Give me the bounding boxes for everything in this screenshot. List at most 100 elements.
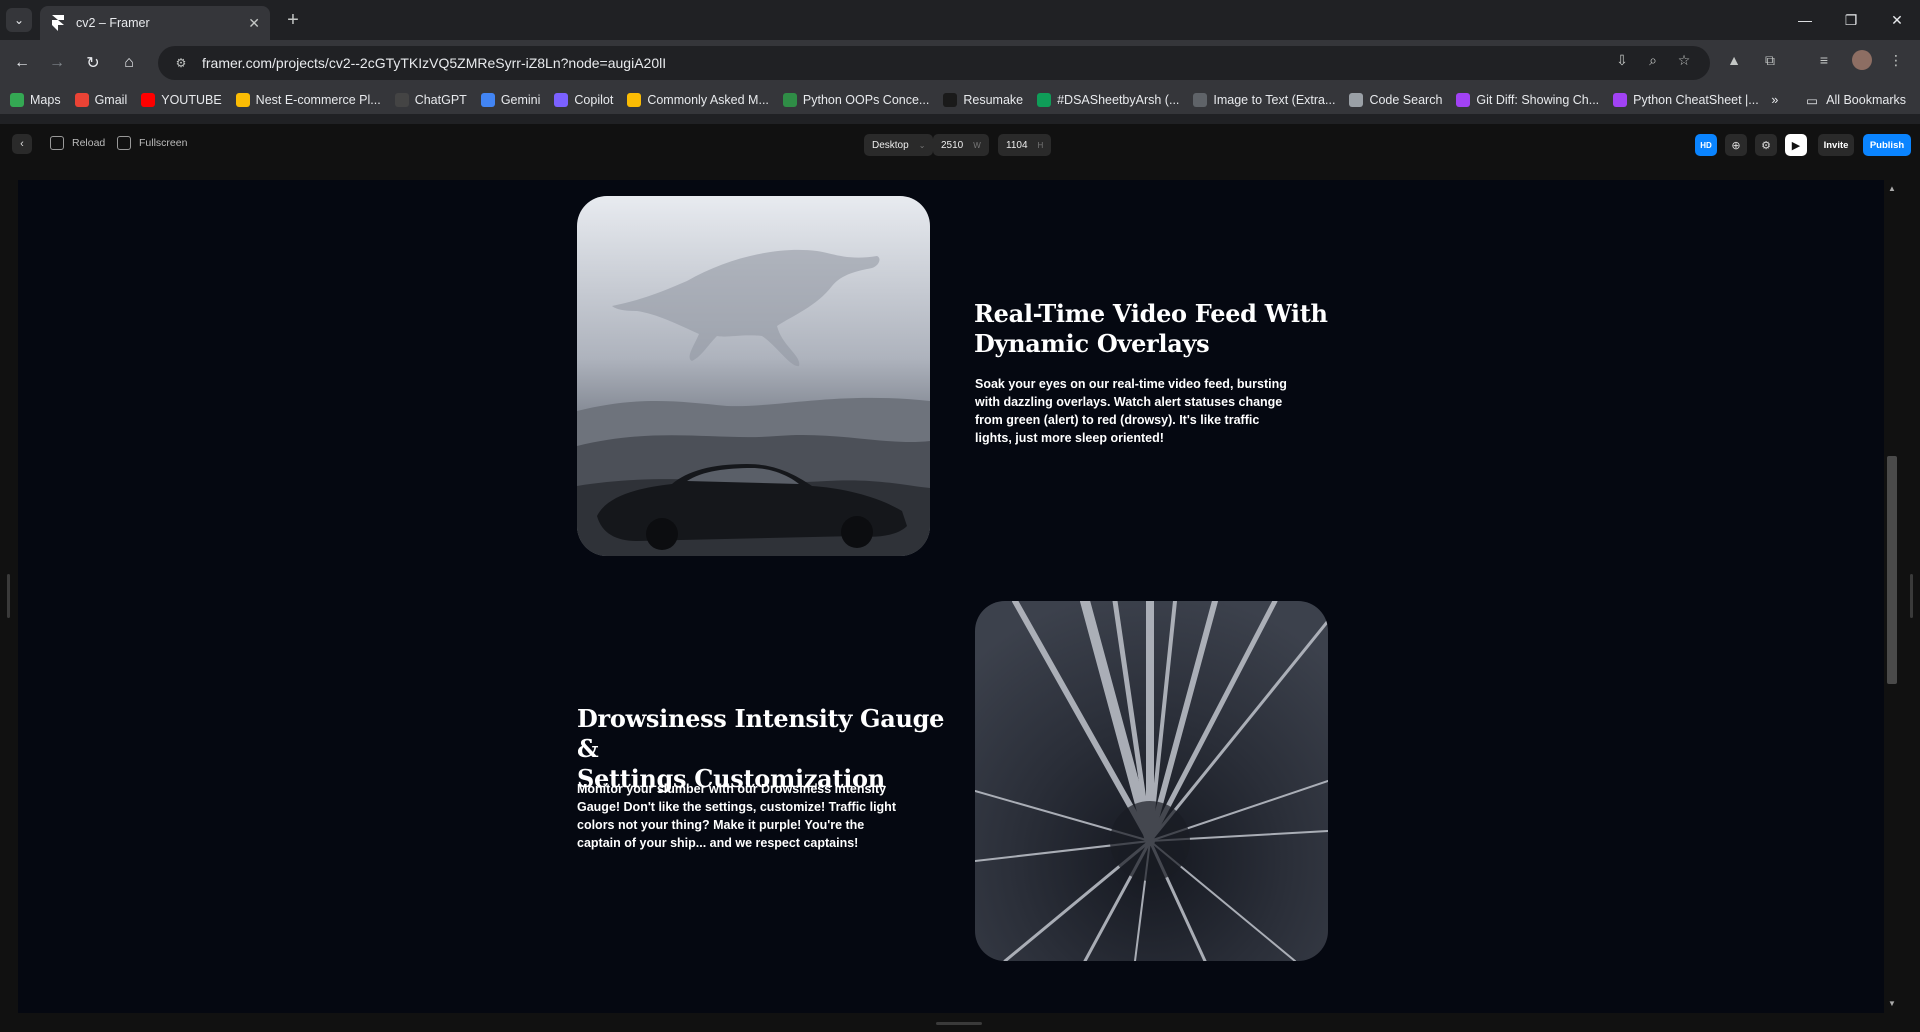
device-select[interactable]: Desktop ⌄ (864, 134, 934, 156)
bookmark-label: Git Diff: Showing Ch... (1476, 93, 1600, 107)
browser-toolbar: ← → ↻ ⌂ ⚙ framer.com/projects/cv2--2cGTy… (0, 40, 1920, 86)
bookmark-item[interactable]: #DSASheetbyArsh (... (1037, 93, 1179, 107)
window-close-icon[interactable]: ✕ (1874, 8, 1920, 32)
section1-paragraph-line: with dazzling overlays. Watch alert stat… (975, 395, 1283, 409)
play-icon[interactable]: ▶ (1785, 134, 1807, 156)
width-value[interactable]: 2510 (941, 140, 963, 151)
all-bookmarks-button[interactable]: All Bookmarks (1826, 93, 1906, 107)
tab-search-button[interactable]: ⌄ (6, 8, 32, 32)
site-settings-icon[interactable]: ⚙ (172, 54, 190, 72)
bookmark-label: ChatGPT (414, 93, 467, 107)
youtube-icon (141, 93, 156, 107)
framer-reload-button[interactable]: Reload (50, 136, 105, 150)
sheets-icon (1037, 93, 1052, 107)
address-bar[interactable]: ⚙ framer.com/projects/cv2--2cGTyTKIzVQ5Z… (158, 46, 1710, 80)
publish-button[interactable]: Publish (1863, 134, 1911, 156)
back-icon[interactable]: ← (9, 50, 35, 76)
bookmark-label: Image to Text (Extra... (1213, 93, 1336, 107)
bookmark-item[interactable]: Python CheatSheet |... (1613, 93, 1759, 107)
site-preview: Real-Time Video Feed With Dynamic Overla… (18, 180, 1884, 1013)
folder-icon: ▭ (1806, 93, 1819, 108)
height-value[interactable]: 1104 (1006, 140, 1028, 151)
zoom-icon[interactable]: ⌕ (1641, 48, 1665, 72)
bookmark-item[interactable]: Copilot (554, 93, 613, 107)
chevron-left-icon: ‹ (20, 138, 24, 150)
bookmark-label: YOUTUBE (161, 93, 222, 107)
left-resize-handle[interactable] (7, 574, 10, 618)
section1-heading-line2: Dynamic Overlays (974, 329, 1210, 358)
bookmark-item[interactable]: Image to Text (Extra... (1193, 93, 1335, 107)
bookmark-label: Maps (30, 93, 61, 107)
reload-icon[interactable]: ↻ (80, 50, 106, 76)
extension-icon[interactable]: ▲ (1722, 48, 1746, 72)
new-tab-button[interactable]: + (281, 8, 305, 32)
bookmark-item[interactable]: Git Diff: Showing Ch... (1456, 93, 1599, 107)
home-icon[interactable]: ⌂ (116, 50, 142, 76)
section1-heading: Real-Time Video Feed With Dynamic Overla… (974, 299, 1334, 359)
bookmark-item[interactable]: ChatGPT (394, 93, 467, 107)
drive-icon (235, 93, 250, 107)
reload-icon (50, 136, 64, 150)
menu-kebab-icon[interactable]: ⋮ (1884, 48, 1908, 72)
width-input[interactable]: 2510 W (933, 134, 989, 156)
settings-gear-icon[interactable]: ⚙ (1755, 134, 1777, 156)
whale-car-image (577, 196, 930, 556)
tab-strip: ⌄ cv2 – Framer ✕ + — ❐ ✕ (0, 0, 1920, 40)
bookmark-label: Gmail (94, 93, 128, 107)
git-icon (1456, 93, 1471, 107)
invite-button[interactable]: Invite (1818, 134, 1854, 156)
bookmark-label: Code Search (1369, 93, 1443, 107)
bookmark-item[interactable]: Gemini (480, 93, 540, 107)
bottom-resize-handle[interactable] (936, 1022, 982, 1025)
bookmark-item[interactable]: Maps (10, 93, 61, 107)
code-search-icon (1349, 93, 1364, 107)
section1-paragraph-line: lights, just more sleep oriented! (975, 431, 1164, 445)
restore-icon[interactable]: ❐ (1828, 8, 1874, 32)
bookmark-item[interactable]: Nest E-commerce Pl... (235, 93, 381, 107)
bookmark-item[interactable]: Resumake (943, 93, 1023, 107)
gfg-icon (782, 93, 797, 107)
image-text-icon (1193, 93, 1208, 107)
globe-icon[interactable]: ⊕ (1725, 134, 1747, 156)
section2-paragraph-line: colors not your thing? Make it purple! Y… (577, 818, 865, 832)
scroll-down-icon[interactable]: ▼ (1887, 999, 1897, 1009)
framer-fullscreen-button[interactable]: Fullscreen (117, 136, 187, 150)
chevron-down-icon: ⌄ (918, 140, 926, 150)
scroll-up-icon[interactable]: ▲ (1887, 184, 1897, 194)
chatgpt-icon (394, 93, 409, 107)
bookmark-star-icon[interactable]: ☆ (1672, 48, 1696, 72)
install-app-icon[interactable]: ⇩ (1610, 48, 1634, 72)
scrollbar-thumb[interactable] (1887, 456, 1897, 684)
forward-icon[interactable]: → (44, 50, 70, 76)
bookmark-item[interactable]: Python OOPs Conce... (782, 93, 929, 107)
right-resize-handle[interactable] (1910, 574, 1913, 618)
close-tab-icon[interactable]: ✕ (248, 15, 260, 32)
preview-scrollbar[interactable]: ▲ ▼ (1884, 180, 1900, 1013)
width-suffix: W (973, 140, 981, 150)
bookmark-item[interactable]: YOUTUBE (141, 93, 222, 107)
section2-paragraph-line: Gauge! Don't like the settings, customiz… (577, 800, 896, 814)
python-icon (1613, 93, 1628, 107)
fullscreen-icon (117, 136, 131, 150)
section1-paragraph: Soak your eyes on our real-time video fe… (975, 375, 1295, 447)
active-tab[interactable]: cv2 – Framer ✕ (40, 6, 270, 40)
tab-title: cv2 – Framer (76, 16, 150, 30)
extensions-puzzle-icon[interactable]: ⧉ (1758, 48, 1782, 72)
framer-back-button[interactable]: ‹ (12, 134, 32, 154)
bookmarks-overflow-icon[interactable]: » (1771, 93, 1778, 107)
profile-avatar[interactable] (1850, 48, 1874, 72)
url-text[interactable]: framer.com/projects/cv2--2cGTyTKIzVQ5ZMR… (202, 55, 666, 71)
resumake-icon (943, 93, 958, 107)
bookmark-item[interactable]: Gmail (74, 93, 128, 107)
minimize-icon[interactable]: — (1782, 8, 1828, 32)
height-input[interactable]: 1104 H (998, 134, 1052, 156)
bookmark-item[interactable]: Commonly Asked M... (627, 93, 769, 107)
warp-tunnel-image (975, 601, 1328, 961)
framer-preview-bar: ‹ Reload Fullscreen Desktop ⌄ 2510 W 110… (0, 124, 1920, 164)
bookmarks-right: » ▭ All Bookmarks (1771, 86, 1906, 114)
hd-toggle[interactable]: HD (1695, 134, 1717, 156)
height-suffix: H (1037, 140, 1044, 150)
bookmark-item[interactable]: Code Search (1349, 93, 1442, 107)
media-controls-icon[interactable]: ≡ (1812, 48, 1836, 72)
bookmark-label: Copilot (574, 93, 614, 107)
